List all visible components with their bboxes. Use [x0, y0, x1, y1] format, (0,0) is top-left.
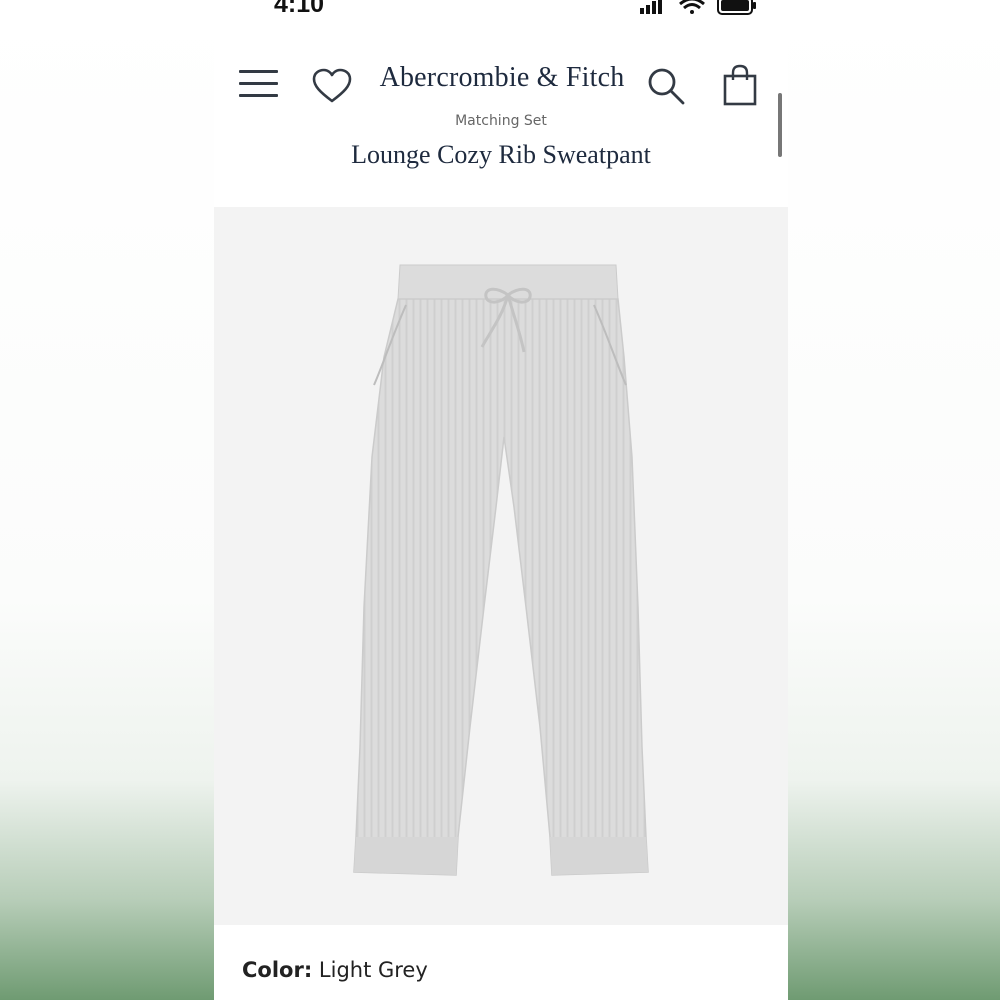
sweatpant-illustration	[353, 264, 649, 876]
phone-screen: 4:10 Abercrombie & Fitch Matching Set Lo…	[214, 0, 788, 1000]
status-time: 4:10	[274, 0, 325, 18]
menu-icon[interactable]	[239, 70, 279, 100]
signal-icon	[640, 0, 662, 14]
site-header: Abercrombie & Fitch	[214, 50, 788, 120]
heart-icon[interactable]	[312, 68, 352, 104]
battery-icon	[717, 0, 756, 15]
search-icon[interactable]	[646, 66, 686, 106]
brand-logo[interactable]: Abercrombie & Fitch	[374, 62, 630, 94]
product-title: Lounge Cozy Rib Sweatpant	[351, 140, 651, 169]
wifi-icon	[679, 0, 705, 14]
shopping-bag-icon[interactable]	[722, 64, 758, 106]
color-selector: Color: Light Grey	[242, 958, 428, 982]
color-label: Color:	[242, 958, 313, 982]
product-image[interactable]	[214, 207, 788, 925]
color-value: Light Grey	[318, 958, 428, 982]
product-subtitle: Matching Set	[455, 113, 547, 129]
status-icons	[640, 0, 756, 15]
